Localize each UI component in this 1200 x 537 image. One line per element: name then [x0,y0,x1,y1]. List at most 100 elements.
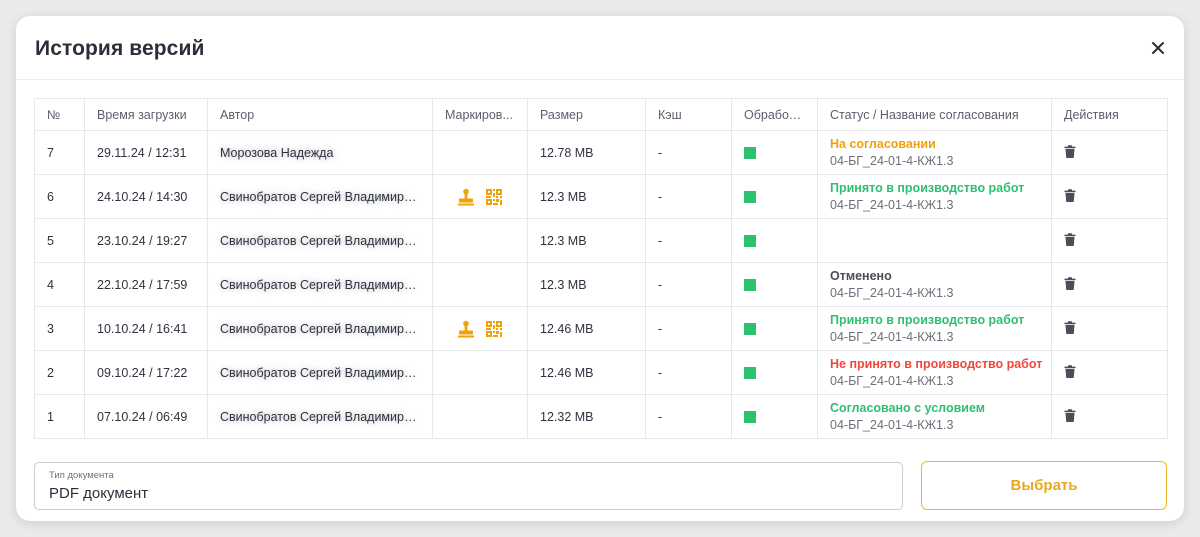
status-cell: Отменено 04-БГ_24-01-4-КЖ1.3 [817,262,1052,307]
upload-time: 29.11.24 / 12:31 [84,130,208,175]
processing-cell [731,306,818,351]
file-size: 12.3 MB [527,218,646,263]
delete-button[interactable] [1064,144,1076,161]
author-name: Свинобратов Сергей Владимирович [207,394,433,439]
status-text: Отменено [830,268,892,283]
approval-name: 04-БГ_24-01-4-КЖ1.3 [830,197,954,212]
column-header-size[interactable]: Размер [527,98,646,131]
processing-done-indicator [744,323,756,336]
status-text: Принято в производство работ [830,312,1025,327]
close-button[interactable] [1148,38,1168,58]
marking-cell [432,262,528,307]
row-number: 7 [34,130,85,175]
file-size: 12.46 MB [527,350,646,395]
qr-code-icon [486,188,502,205]
author-name: Свинобратов Сергей Владимирович [207,350,433,395]
cache-value: - [645,130,732,175]
versions-table: № Время загрузки Автор Маркиров... Разме… [34,98,1168,439]
processing-done-indicator [744,235,756,248]
document-type-select[interactable]: Тип документа PDF документ [34,462,903,510]
status-text: Не принято в производство работ [830,356,1043,371]
row-number: 3 [34,306,85,351]
file-size: 12.78 MB [527,130,646,175]
upload-time: 07.10.24 / 06:49 [84,394,208,439]
author-name: Свинобратов Сергей Владимирович [207,262,433,307]
processing-cell [731,350,818,395]
cache-value: - [645,394,732,439]
marking-cell [432,394,528,439]
upload-time: 23.10.24 / 19:27 [84,218,208,263]
column-header-status[interactable]: Статус / Название согласования [817,98,1052,131]
cache-value: - [645,174,732,219]
author-name: Свинобратов Сергей Владимирович [207,174,433,219]
document-type-label: Тип документа [49,470,114,481]
column-header-time[interactable]: Время загрузки [84,98,208,131]
delete-button[interactable] [1064,364,1076,381]
stamp-icon [458,320,474,337]
table-row[interactable]: 7 29.11.24 / 12:31 Морозова Надежда 12.78 M… [34,130,1168,175]
approval-name: 04-БГ_24-01-4-КЖ1.3 [830,329,954,344]
status-text: Согласовано с условием [830,400,985,415]
trash-icon [1064,188,1076,202]
table-row[interactable]: 3 10.10.24 / 16:41 Свинобратов Сергей Влад… [34,306,1168,351]
row-number: 6 [34,174,85,219]
processing-done-indicator [744,191,756,204]
cache-value: - [645,218,732,263]
stamp-mark[interactable] [457,188,475,206]
qr-mark[interactable] [485,320,503,338]
trash-icon [1064,144,1076,158]
modal-title: История версий [35,37,205,60]
table-header-row: № Время загрузки Автор Маркиров... Разме… [34,98,1168,131]
processing-cell [731,394,818,439]
actions-cell [1051,350,1168,395]
upload-time: 22.10.24 / 17:59 [84,262,208,307]
status-text: На согласовании [830,136,936,151]
trash-icon [1064,276,1076,290]
table-row[interactable]: 6 24.10.24 / 14:30 Свинобратов Сергей Влад… [34,174,1168,219]
marking-cell [432,306,528,351]
approval-name: 04-БГ_24-01-4-КЖ1.3 [830,285,954,300]
stamp-icon [458,188,474,205]
stamp-mark[interactable] [457,320,475,338]
cache-value: - [645,262,732,307]
delete-button[interactable] [1064,320,1076,337]
delete-button[interactable] [1064,232,1076,249]
table-row[interactable]: 4 22.10.24 / 17:59 Свинобратов Сергей Влад… [34,262,1168,307]
column-header-actions[interactable]: Действия [1051,98,1168,131]
column-header-marking[interactable]: Маркиров... [432,98,528,131]
column-header-author[interactable]: Автор [207,98,433,131]
trash-icon [1064,408,1076,422]
column-header-cache[interactable]: Кэш [645,98,732,131]
actions-cell [1051,306,1168,351]
qr-mark[interactable] [485,188,503,206]
column-header-num[interactable]: № [34,98,85,131]
processing-done-indicator [744,411,756,424]
marking-cell [432,218,528,263]
status-cell: Согласовано с условием 04-БГ_24-01-4-КЖ1.… [817,394,1052,439]
upload-time: 09.10.24 / 17:22 [84,350,208,395]
status-cell: Принято в производство работ 04-БГ_24-01-… [817,306,1052,351]
trash-icon [1064,232,1076,246]
processing-cell [731,130,818,175]
cache-value: - [645,306,732,351]
table-row[interactable]: 5 23.10.24 / 19:27 Свинобратов Сергей Влад… [34,218,1168,263]
qr-code-icon [486,320,502,337]
processing-done-indicator [744,147,756,160]
marking-cell [432,130,528,175]
author-name: Морозова Надежда [207,130,433,175]
document-type-value: PDF документ [49,485,149,502]
table-row[interactable]: 1 07.10.24 / 06:49 Свинобратов Сергей Влад… [34,394,1168,439]
close-icon [1152,42,1164,54]
row-number: 2 [34,350,85,395]
row-number: 5 [34,218,85,263]
marking-cell [432,174,528,219]
table-row[interactable]: 2 09.10.24 / 17:22 Свинобратов Сергей Влад… [34,350,1168,395]
delete-button[interactable] [1064,408,1076,425]
version-history-modal: История версий № Время загрузки Автор Ма… [16,16,1184,521]
cache-value: - [645,350,732,395]
delete-button[interactable] [1064,276,1076,293]
select-button[interactable]: Выбрать [921,461,1167,510]
delete-button[interactable] [1064,188,1076,205]
column-header-processing[interactable]: Обработка [731,98,818,131]
author-name: Свинобратов Сергей Владимирович [207,218,433,263]
